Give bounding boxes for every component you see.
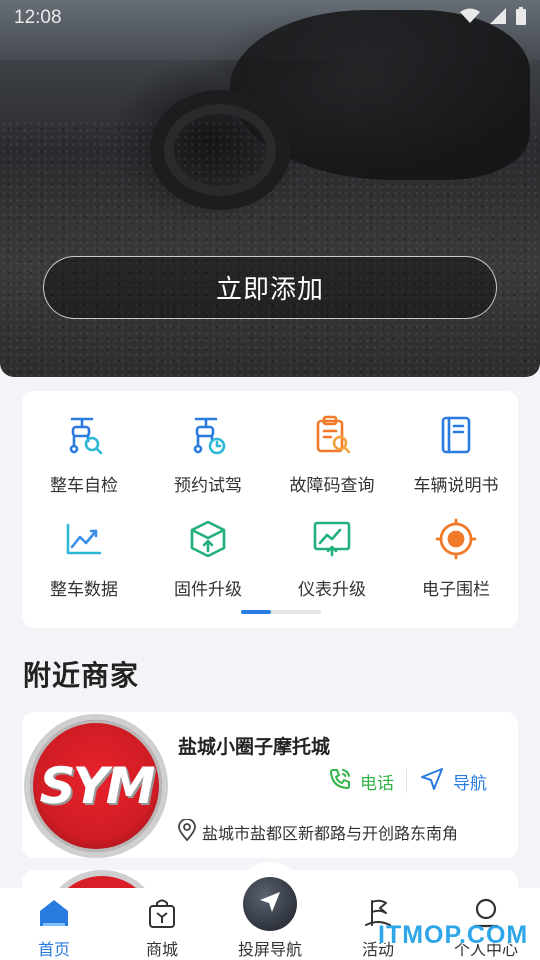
battery-icon [516,7,526,29]
feature-dashboard-upgrade[interactable]: 仪表升级 [270,507,394,611]
dealer-call-button[interactable]: 电话 [328,767,394,796]
dealer-logo-text: SYM [39,757,156,815]
feature-label: 整车数据 [50,580,118,600]
cast-navigation-button[interactable] [243,877,297,931]
tab-label: 首页 [37,940,70,959]
feature-label: 固件升级 [174,580,242,600]
clipboard-search-icon [310,413,354,457]
phone-icon [328,767,352,796]
cube-upload-icon [186,517,230,561]
actions-divider [406,769,407,793]
location-pin-icon [178,818,196,845]
feature-grid: 整车自检 预约试驾 故障码查询 车辆说明书 整车数据 固件升级 仪表升级 电子围… [22,403,518,611]
status-time: 12:08 [14,7,62,28]
wifi-icon [460,8,480,28]
tab-mall[interactable]: 商城 [112,888,212,960]
feature-label: 仪表升级 [298,580,366,600]
feature-firmware-upgrade[interactable]: 固件升级 [146,507,270,611]
feature-label: 预约试驾 [174,476,242,496]
feature-label: 电子围栏 [422,580,490,600]
shopping-bag-icon [145,896,179,930]
dealer-name: 盐城小圈子摩托城 [178,736,331,758]
tab-home[interactable]: 首页 [4,888,104,960]
scooter-clock-icon [186,413,230,457]
feature-label: 车辆说明书 [413,476,499,496]
feature-fault-code-query[interactable]: 故障码查询 [270,403,394,507]
manual-book-icon [434,413,478,457]
dealer-call-label: 电话 [360,773,394,794]
add-vehicle-button[interactable]: 立即添加 [43,256,497,319]
feature-vehicle-manual[interactable]: 车辆说明书 [394,403,518,507]
feature-label: 整车自检 [50,476,118,496]
status-icons [460,7,526,29]
feature-pager [241,610,321,614]
hero-scooter-wheel [150,90,290,210]
feature-label: 故障码查询 [289,476,375,496]
navigation-icon [419,766,445,797]
signal-icon [490,8,506,28]
target-fence-icon [434,517,478,561]
screen-upload-icon [310,517,354,561]
dealer-address: 盐城市盐都区新都路与开创路东南角 [178,818,459,845]
nearby-section-title: 附近商家 [23,659,140,692]
feature-geo-fence[interactable]: 电子围栏 [394,507,518,611]
tab-label: 商城 [145,940,178,959]
dealer-address-text: 盐城市盐都区新都路与开创路东南角 [202,824,459,843]
scooter-search-icon [62,413,106,457]
dealer-navigate-button[interactable]: 导航 [419,766,487,797]
feature-test-ride-booking[interactable]: 预约试驾 [146,403,270,507]
dealer-actions: 电话 导航 [328,767,487,795]
feature-vehicle-data[interactable]: 整车数据 [22,507,146,611]
pager-active-indicator [241,610,271,614]
feature-grid-card: 整车自检 预约试驾 故障码查询 车辆说明书 整车数据 固件升级 仪表升级 电子围… [22,391,518,628]
dealer-navigate-label: 导航 [453,773,487,794]
tab-label: 投屏导航 [237,940,302,959]
watermark-text: ITMOP.COM [378,921,529,949]
line-chart-icon [62,517,106,561]
home-icon [37,896,71,930]
dealer-logo: SYM [24,714,168,858]
feature-vehicle-self-check[interactable]: 整车自检 [22,403,146,507]
hero-banner: 12:08 立即添加 [0,0,540,377]
navigation-arrow-icon [257,889,283,919]
dealer-card[interactable]: SYM 盐城小圈子摩托城 电话 导航 盐城市盐都区新都路与开创路东南角 [22,712,518,858]
status-bar: 12:08 [0,0,540,36]
